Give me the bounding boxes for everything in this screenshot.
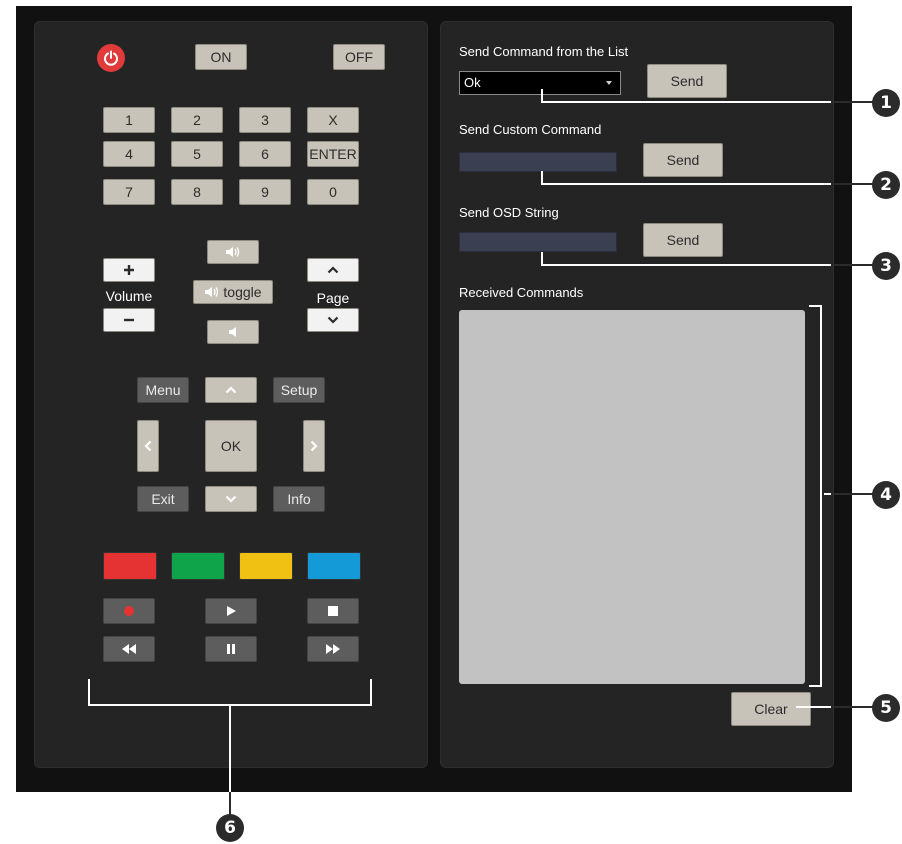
play-icon (227, 606, 236, 616)
callout-5-leader (796, 706, 832, 708)
toggle-label: toggle (223, 284, 262, 300)
callout-badge-2: 2 (872, 171, 900, 199)
remote-panel: ON OFF 1 2 3 X 4 5 6 ENTER 7 8 9 0 Volum… (34, 21, 428, 768)
fast-forward-icon (326, 644, 340, 654)
ok-button[interactable]: OK (205, 420, 257, 472)
custom-title: Send Custom Command (459, 122, 602, 137)
key-3[interactable]: 3 (239, 107, 291, 133)
key-4[interactable]: 4 (103, 141, 155, 167)
caret-down-icon (606, 81, 612, 85)
remote-bracket (88, 679, 372, 706)
chevron-left-icon (144, 440, 152, 452)
play-button[interactable] (205, 598, 257, 624)
stop-icon (328, 606, 338, 616)
record-button[interactable] (103, 598, 155, 624)
osd-string-input[interactable] (459, 232, 617, 252)
received-commands-box[interactable] (459, 310, 805, 684)
record-icon (124, 606, 134, 616)
page-up-button[interactable] (307, 258, 359, 282)
chevron-up-icon (225, 386, 237, 394)
received-bracket (809, 305, 822, 687)
exit-button[interactable]: Exit (137, 486, 189, 512)
nav-right-button[interactable] (303, 420, 325, 472)
menu-button[interactable]: Menu (137, 377, 189, 403)
pause-button[interactable] (205, 636, 257, 662)
chevron-right-icon (310, 440, 318, 452)
callout-6-leader (229, 706, 231, 792)
key-0[interactable]: 0 (307, 179, 359, 205)
key-9[interactable]: 9 (239, 179, 291, 205)
callout-1-leader-ext (831, 101, 877, 103)
speaker-down-button[interactable] (207, 320, 259, 344)
minus-icon (124, 318, 134, 322)
callout-1-leader (541, 101, 831, 103)
key-7[interactable]: 7 (103, 179, 155, 205)
nav-down-button[interactable] (205, 486, 257, 512)
key-2[interactable]: 2 (171, 107, 223, 133)
chevron-up-icon (327, 266, 339, 274)
clear-button[interactable]: Clear (731, 692, 811, 726)
mute-toggle-button[interactable]: toggle (193, 280, 273, 304)
received-title: Received Commands (459, 285, 584, 300)
callout-badge-6: 6 (216, 814, 244, 842)
yellow-button[interactable] (239, 552, 293, 580)
commands-panel: Send Command from the List Ok Send Send … (440, 21, 834, 768)
rewind-button[interactable] (103, 636, 155, 662)
callout-badge-1: 1 (872, 89, 900, 117)
callout-3-leader (541, 264, 831, 266)
callout-5-leader-ext (831, 706, 877, 708)
send-list-button[interactable]: Send (647, 64, 727, 98)
setup-button[interactable]: Setup (273, 377, 325, 403)
power-icon (104, 50, 118, 66)
list-title: Send Command from the List (459, 44, 629, 59)
speaker-quiet-icon (229, 327, 236, 337)
red-button[interactable] (103, 552, 157, 580)
app-window: ON OFF 1 2 3 X 4 5 6 ENTER 7 8 9 0 Volum… (16, 6, 852, 792)
on-button[interactable]: ON (195, 44, 247, 70)
volume-label: Volume (105, 288, 153, 304)
plus-icon (124, 265, 134, 275)
key-1[interactable]: 1 (103, 107, 155, 133)
chevron-down-icon (327, 316, 339, 324)
osd-title: Send OSD String (459, 205, 559, 220)
callout-badge-5: 5 (872, 694, 900, 722)
blue-button[interactable] (307, 552, 361, 580)
key-x[interactable]: X (307, 107, 359, 133)
command-select[interactable]: Ok (459, 71, 621, 95)
key-5[interactable]: 5 (171, 141, 223, 167)
callout-4-leader-ext (831, 493, 877, 495)
volume-down-button[interactable] (103, 308, 155, 332)
speaker-toggle-icon (205, 287, 219, 297)
callout-2-leader (541, 183, 831, 185)
key-6[interactable]: 6 (239, 141, 291, 167)
send-osd-button[interactable]: Send (643, 223, 723, 257)
callout-6-leader-ext (229, 792, 231, 816)
green-button[interactable] (171, 552, 225, 580)
speaker-up-button[interactable] (207, 240, 259, 264)
callout-badge-3: 3 (872, 252, 900, 280)
volume-up-button[interactable] (103, 258, 155, 282)
page-label: Page (316, 290, 350, 306)
fast-forward-button[interactable] (307, 636, 359, 662)
info-button[interactable]: Info (273, 486, 325, 512)
nav-left-button[interactable] (137, 420, 159, 472)
stop-button[interactable] (307, 598, 359, 624)
chevron-down-icon (225, 495, 237, 503)
page-down-button[interactable] (307, 308, 359, 332)
key-8[interactable]: 8 (171, 179, 223, 205)
send-custom-button[interactable]: Send (643, 143, 723, 177)
key-enter[interactable]: ENTER (307, 141, 359, 167)
speaker-loud-icon (226, 247, 240, 257)
command-select-value: Ok (464, 75, 481, 90)
callout-3-leader-ext (831, 264, 877, 266)
callout-badge-4: 4 (872, 481, 900, 509)
custom-command-input[interactable] (459, 152, 617, 172)
callout-2-leader-ext (831, 183, 877, 185)
off-button[interactable]: OFF (333, 44, 385, 70)
power-button[interactable] (97, 44, 125, 72)
nav-up-button[interactable] (205, 377, 257, 403)
rewind-icon (122, 644, 136, 654)
pause-icon (227, 644, 235, 654)
